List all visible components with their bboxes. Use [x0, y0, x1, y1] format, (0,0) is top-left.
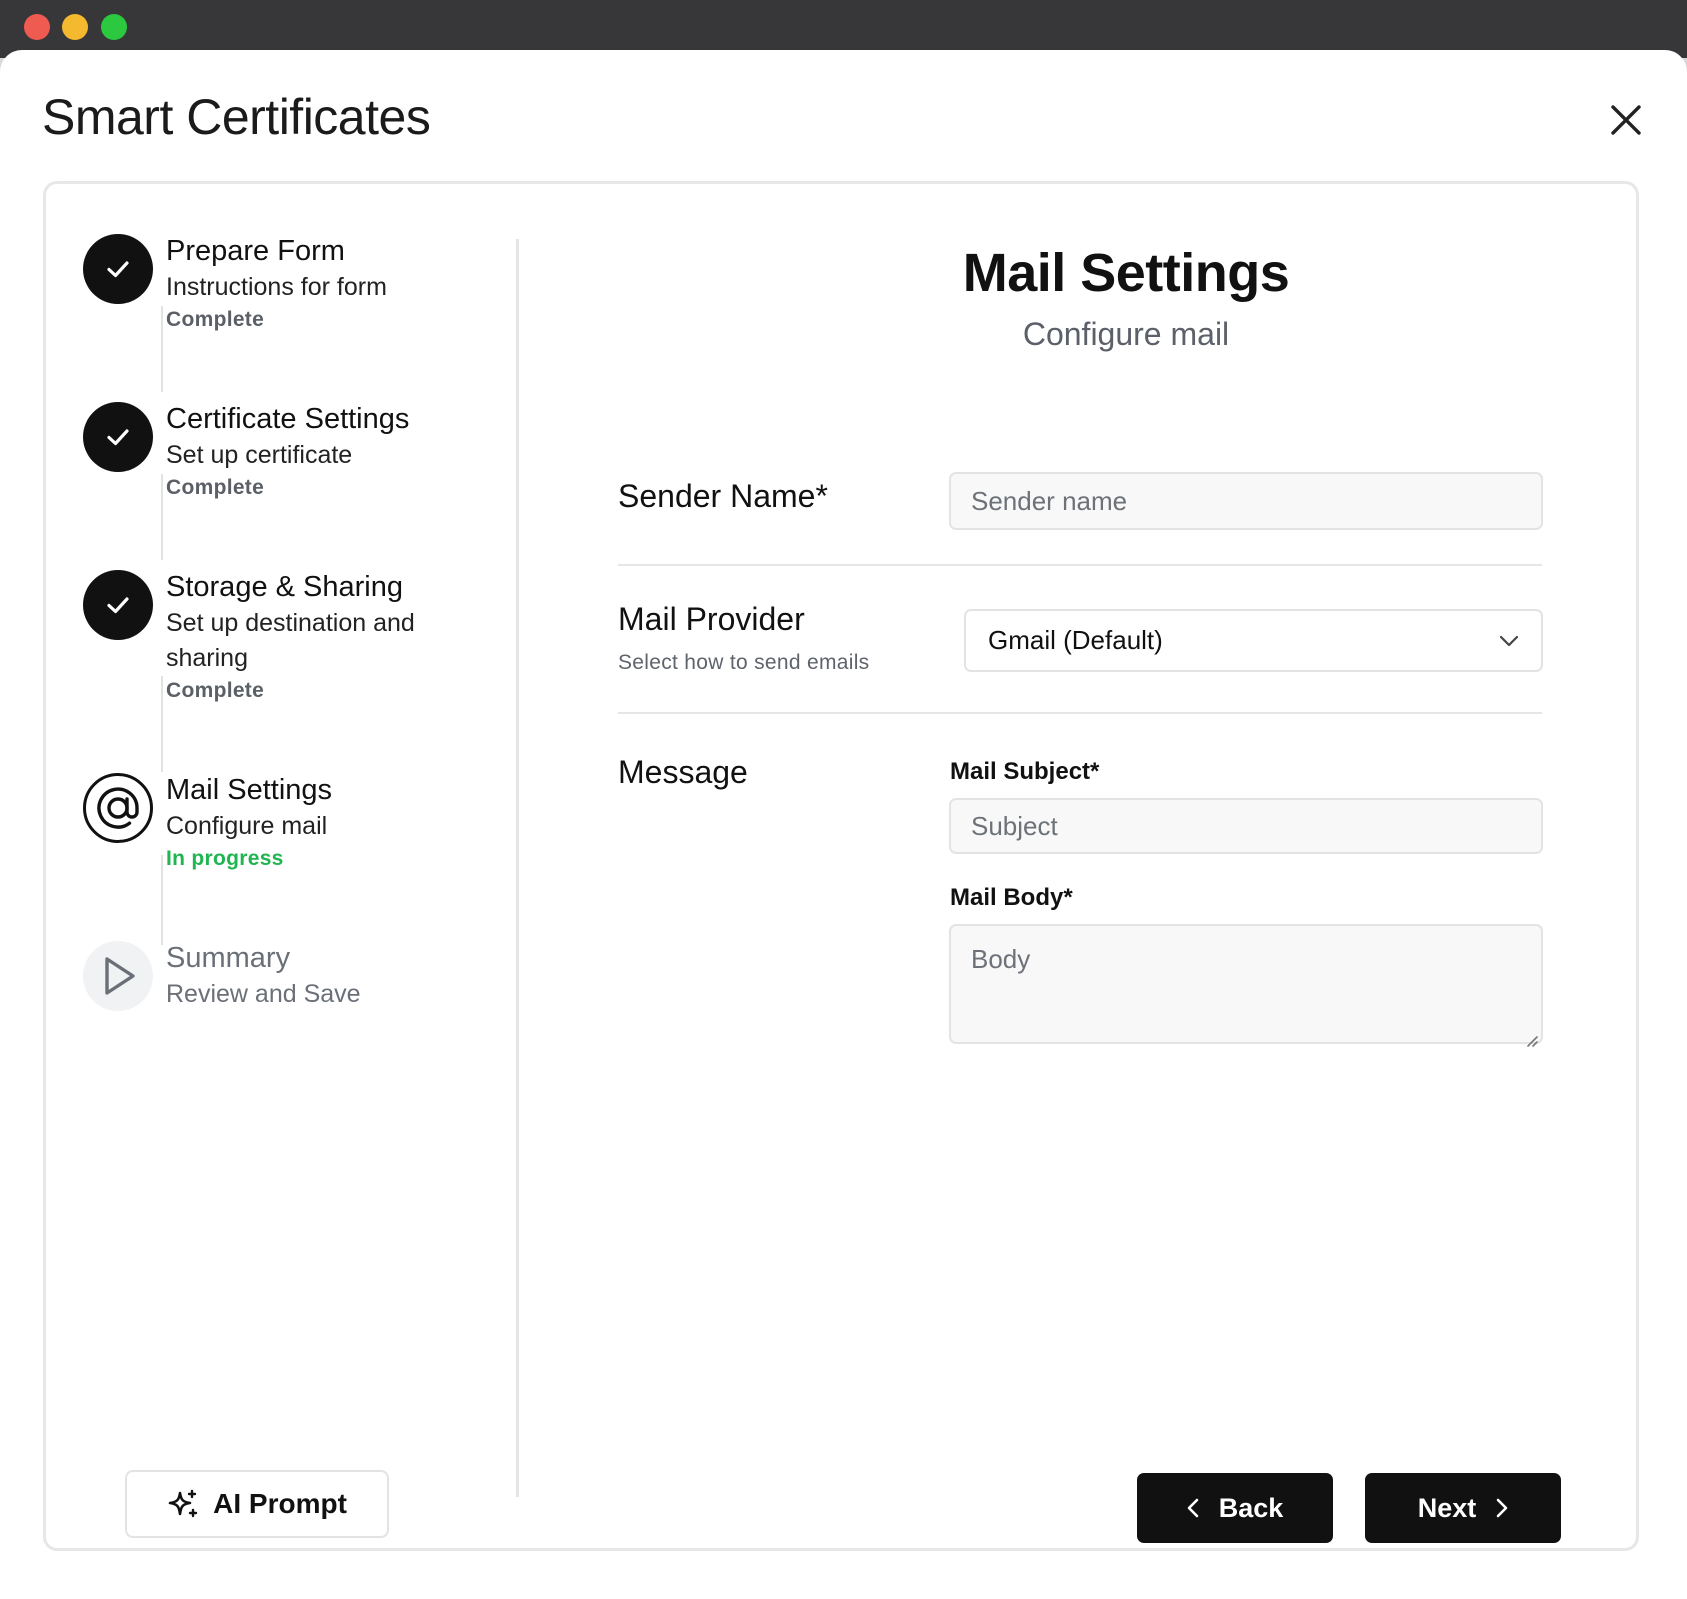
- mail-provider-value: Gmail (Default): [988, 625, 1163, 655]
- step-title: Certificate Settings: [166, 403, 410, 435]
- step-title: Summary: [166, 942, 291, 974]
- sender-name-label: Sender Name*: [618, 478, 828, 514]
- step-description: Set up certificate: [166, 441, 353, 469]
- next-button[interactable]: Next: [1365, 1473, 1561, 1543]
- section-divider: [618, 564, 1542, 566]
- mail-body-textarea[interactable]: [949, 924, 1543, 1044]
- sparkle-icon: [168, 1489, 198, 1518]
- mail-provider-select[interactable]: Gmail (Default): [964, 609, 1543, 672]
- at-sign-icon: [97, 787, 139, 829]
- page-title: Mail Settings: [962, 243, 1290, 303]
- check-icon: [107, 261, 129, 278]
- ai-prompt-label: AI Prompt: [213, 1488, 347, 1519]
- step-status-icon: [83, 570, 153, 640]
- ai-prompt-button[interactable]: AI Prompt: [125, 1470, 389, 1538]
- step-status-icon: [83, 941, 153, 1011]
- close-window-button[interactable]: [24, 14, 50, 40]
- step-description: Instructions for form: [166, 273, 387, 301]
- step-title: Mail Settings: [166, 774, 333, 806]
- close-dialog-button[interactable]: [1600, 94, 1652, 146]
- panel-divider: [516, 239, 519, 1497]
- message-label: Message: [618, 754, 748, 790]
- minimize-window-button[interactable]: [62, 14, 88, 40]
- zoom-window-button[interactable]: [101, 14, 127, 40]
- step-description: Set up destination and sharing: [166, 609, 415, 672]
- step-connector: [161, 306, 163, 392]
- mail-subject-input[interactable]: [949, 798, 1543, 854]
- step-status: Complete: [166, 679, 265, 702]
- step-description: Review and Save: [166, 980, 361, 1008]
- back-button[interactable]: Back: [1137, 1473, 1333, 1543]
- mail-body-label: Mail Body*: [950, 884, 1073, 911]
- step-status-icon: [83, 402, 153, 472]
- step-status-icon: [83, 234, 153, 304]
- resize-grip-icon[interactable]: [1525, 1034, 1539, 1048]
- mail-subject-label: Mail Subject*: [950, 758, 1100, 785]
- mail-provider-hint: Select how to send emails: [618, 651, 870, 674]
- back-button-label: Back: [1218, 1492, 1284, 1523]
- step-description: Configure mail: [166, 812, 328, 840]
- chevron-down-icon: [1499, 635, 1519, 646]
- check-icon: [107, 597, 129, 614]
- step-title: Prepare Form: [166, 235, 345, 267]
- step-connector: [161, 474, 163, 560]
- step-connector: [161, 676, 163, 772]
- next-button-label: Next: [1417, 1492, 1477, 1523]
- play-icon: [105, 957, 135, 995]
- step-status: In progress: [166, 847, 284, 870]
- step-status-icon: [83, 773, 153, 843]
- chevron-left-icon: [1187, 1498, 1199, 1518]
- app-title: Smart Certificates: [42, 89, 431, 145]
- dialog-window: Smart Certificates Prepare Form Instruct…: [0, 50, 1687, 1599]
- step-status: Complete: [166, 476, 265, 499]
- check-icon: [107, 429, 129, 446]
- step-title: Storage & Sharing: [166, 571, 403, 603]
- section-divider: [618, 712, 1542, 714]
- page-subtitle: Configure mail: [1022, 316, 1230, 352]
- mail-provider-label: Mail Provider: [618, 601, 805, 637]
- chevron-right-icon: [1496, 1498, 1508, 1518]
- step-status: Complete: [166, 308, 265, 331]
- step-connector: [161, 855, 163, 945]
- wizard-panel: Prepare Form Instructions for form Compl…: [43, 181, 1639, 1551]
- sender-name-input[interactable]: [949, 472, 1543, 530]
- close-icon: [1611, 105, 1641, 135]
